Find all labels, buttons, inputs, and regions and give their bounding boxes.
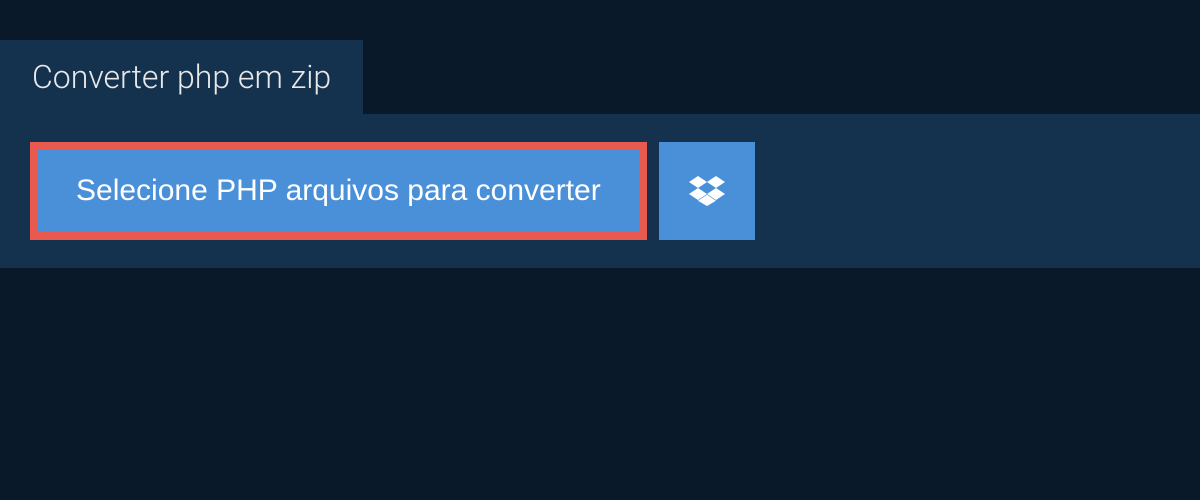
converter-tab[interactable]: Converter php em zip	[0, 40, 363, 114]
dropbox-button[interactable]	[659, 142, 755, 240]
dropbox-icon	[689, 173, 725, 209]
tab-content: Selecione PHP arquivos para converter	[0, 114, 1200, 268]
select-files-button[interactable]: Selecione PHP arquivos para converter	[38, 150, 639, 232]
select-files-label: Selecione PHP arquivos para converter	[76, 174, 601, 207]
converter-panel: Converter php em zip Selecione PHP arqui…	[0, 0, 1200, 268]
tab-title: Converter php em zip	[32, 58, 331, 96]
select-files-highlight: Selecione PHP arquivos para converter	[30, 142, 647, 240]
